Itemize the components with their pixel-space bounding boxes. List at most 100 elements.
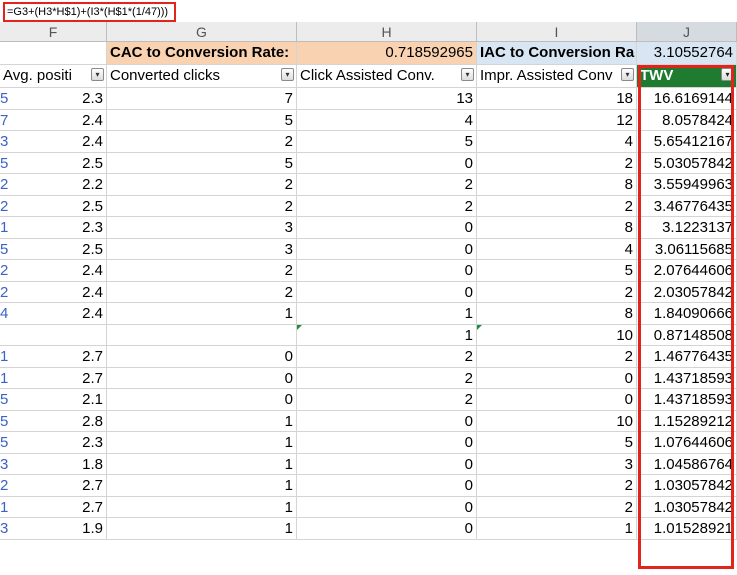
- cell-impr-assisted[interactable]: 3: [477, 453, 637, 475]
- cell-impr-assisted[interactable]: 8: [477, 217, 637, 239]
- cell-twv[interactable]: 8.0578424: [637, 109, 737, 131]
- cell-click-assisted[interactable]: 5: [297, 131, 477, 153]
- cell-converted-clicks[interactable]: 2: [107, 260, 297, 282]
- cell-avg-position[interactable]: [0, 324, 107, 346]
- cac-value-cell[interactable]: 0.718592965: [297, 42, 477, 65]
- cell-converted-clicks[interactable]: 2: [107, 131, 297, 153]
- cell-twv[interactable]: 1.46776435: [637, 346, 737, 368]
- cell-click-assisted[interactable]: 0: [297, 260, 477, 282]
- cell-click-assisted[interactable]: 1: [297, 324, 477, 346]
- cell-impr-assisted[interactable]: 8: [477, 174, 637, 196]
- cell-click-assisted[interactable]: 0: [297, 217, 477, 239]
- header-impr-assisted[interactable]: Impr. Assisted Conv ▾: [477, 65, 637, 88]
- cell-avg-position[interactable]: 5 2.8: [0, 410, 107, 432]
- cell-converted-clicks[interactable]: [107, 324, 297, 346]
- cell-converted-clicks[interactable]: 1: [107, 496, 297, 518]
- cell-click-assisted[interactable]: 0: [297, 410, 477, 432]
- cell-impr-assisted[interactable]: 2: [477, 152, 637, 174]
- header-twv[interactable]: TWV ▾: [637, 65, 737, 88]
- cell-converted-clicks[interactable]: 7: [107, 88, 297, 110]
- filter-dropdown-icon[interactable]: ▾: [281, 68, 294, 81]
- cell-converted-clicks[interactable]: 1: [107, 518, 297, 540]
- cell-avg-position[interactable]: 3 2.4: [0, 131, 107, 153]
- cell-click-assisted[interactable]: 2: [297, 346, 477, 368]
- header-converted-clicks[interactable]: Converted clicks ▾: [107, 65, 297, 88]
- cell-click-assisted[interactable]: 2: [297, 367, 477, 389]
- cell-click-assisted[interactable]: 13: [297, 88, 477, 110]
- cell-avg-position[interactable]: 1 2.3: [0, 217, 107, 239]
- cell-avg-position[interactable]: 2 2.4: [0, 260, 107, 282]
- cell-impr-assisted[interactable]: 2: [477, 281, 637, 303]
- cell-impr-assisted[interactable]: 4: [477, 131, 637, 153]
- cell-avg-position[interactable]: 5 2.3: [0, 88, 107, 110]
- cell-converted-clicks[interactable]: 3: [107, 217, 297, 239]
- cell-twv[interactable]: 1.07644606: [637, 432, 737, 454]
- cell-click-assisted[interactable]: 0: [297, 518, 477, 540]
- cell-twv[interactable]: 1.43718593: [637, 367, 737, 389]
- cell-impr-assisted[interactable]: 5: [477, 432, 637, 454]
- filter-dropdown-icon[interactable]: ▾: [91, 68, 104, 81]
- cell-avg-position[interactable]: 5 2.5: [0, 152, 107, 174]
- cell-converted-clicks[interactable]: 5: [107, 152, 297, 174]
- cell-twv[interactable]: 1.04586764: [637, 453, 737, 475]
- cell-click-assisted[interactable]: 0: [297, 238, 477, 260]
- cell-impr-assisted[interactable]: 4: [477, 238, 637, 260]
- cell-twv[interactable]: 3.1223137: [637, 217, 737, 239]
- cell-click-assisted[interactable]: 0: [297, 453, 477, 475]
- iac-value-cell[interactable]: 3.10552764: [637, 42, 737, 65]
- cell-avg-position[interactable]: 1 2.7: [0, 367, 107, 389]
- cell-impr-assisted[interactable]: 0: [477, 389, 637, 411]
- header-click-assisted[interactable]: Click Assisted Conv. ▾: [297, 65, 477, 88]
- cell-impr-assisted[interactable]: 2: [477, 475, 637, 497]
- cell-twv[interactable]: 1.03057842: [637, 475, 737, 497]
- cell-converted-clicks[interactable]: 2: [107, 174, 297, 196]
- cell-impr-assisted[interactable]: 10: [477, 324, 637, 346]
- cell-converted-clicks[interactable]: 1: [107, 432, 297, 454]
- cell-click-assisted[interactable]: 4: [297, 109, 477, 131]
- cell-converted-clicks[interactable]: 0: [107, 346, 297, 368]
- cell-f1[interactable]: [0, 42, 107, 65]
- cell-avg-position[interactable]: 2 2.4: [0, 281, 107, 303]
- cell-impr-assisted[interactable]: 10: [477, 410, 637, 432]
- cell-twv[interactable]: 2.03057842: [637, 281, 737, 303]
- cell-impr-assisted[interactable]: 5: [477, 260, 637, 282]
- cell-converted-clicks[interactable]: 1: [107, 303, 297, 325]
- cell-impr-assisted[interactable]: 2: [477, 346, 637, 368]
- cell-twv[interactable]: 1.84090666: [637, 303, 737, 325]
- cell-twv[interactable]: 3.46776435: [637, 195, 737, 217]
- cell-twv[interactable]: 3.55949963: [637, 174, 737, 196]
- cell-twv[interactable]: 1.15289212: [637, 410, 737, 432]
- cell-click-assisted[interactable]: 2: [297, 174, 477, 196]
- cell-twv[interactable]: 5.03057842: [637, 152, 737, 174]
- cac-label-cell[interactable]: CAC to Conversion Rate:: [107, 42, 297, 65]
- cell-converted-clicks[interactable]: 2: [107, 195, 297, 217]
- cell-converted-clicks[interactable]: 3: [107, 238, 297, 260]
- cell-avg-position[interactable]: 5 2.1: [0, 389, 107, 411]
- cell-twv[interactable]: 1.43718593: [637, 389, 737, 411]
- cell-twv[interactable]: 0.87148508: [637, 324, 737, 346]
- cell-converted-clicks[interactable]: 1: [107, 453, 297, 475]
- cell-avg-position[interactable]: 7 2.4: [0, 109, 107, 131]
- cell-click-assisted[interactable]: 2: [297, 195, 477, 217]
- cell-twv[interactable]: 5.65412167: [637, 131, 737, 153]
- cell-impr-assisted[interactable]: 2: [477, 496, 637, 518]
- cell-impr-assisted[interactable]: 18: [477, 88, 637, 110]
- cell-impr-assisted[interactable]: 1: [477, 518, 637, 540]
- filter-dropdown-icon[interactable]: ▾: [621, 68, 634, 81]
- cell-click-assisted[interactable]: 1: [297, 303, 477, 325]
- cell-impr-assisted[interactable]: 8: [477, 303, 637, 325]
- cell-twv[interactable]: 16.6169144: [637, 88, 737, 110]
- cell-twv[interactable]: 1.01528921: [637, 518, 737, 540]
- filter-dropdown-icon[interactable]: ▾: [461, 68, 474, 81]
- cell-avg-position[interactable]: 3 1.8: [0, 453, 107, 475]
- sort-filter-icon[interactable]: ▾: [721, 68, 734, 81]
- column-header-h[interactable]: H: [297, 22, 477, 42]
- cell-avg-position[interactable]: 2 2.2: [0, 174, 107, 196]
- cell-converted-clicks[interactable]: 2: [107, 281, 297, 303]
- cell-impr-assisted[interactable]: 0: [477, 367, 637, 389]
- column-header-f[interactable]: F: [0, 22, 107, 42]
- cell-twv[interactable]: 2.07644606: [637, 260, 737, 282]
- iac-label-cell[interactable]: IAC to Conversion Ra: [477, 42, 637, 65]
- cell-avg-position[interactable]: 3 1.9: [0, 518, 107, 540]
- cell-click-assisted[interactable]: 0: [297, 152, 477, 174]
